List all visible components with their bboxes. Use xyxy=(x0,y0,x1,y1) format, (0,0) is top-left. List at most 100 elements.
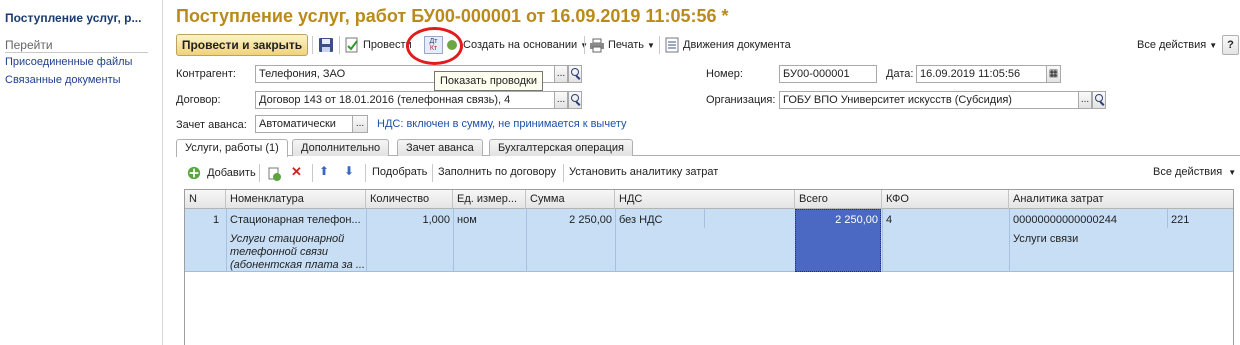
contract-open-icon[interactable] xyxy=(568,91,582,109)
organization-label: Организация: xyxy=(706,94,776,106)
print-button[interactable]: Печать ▼ xyxy=(589,34,655,56)
vat-link[interactable]: НДС: включен в сумму, не принимается к в… xyxy=(377,118,626,130)
counterparty-open-icon[interactable] xyxy=(568,65,582,83)
analytics-number[interactable]: 221 xyxy=(1171,214,1189,226)
set-cost-analytics-button[interactable]: Установить аналитику затрат xyxy=(569,166,718,178)
organization-choose-button[interactable]: ... xyxy=(1078,91,1092,109)
add-row-button[interactable]: Добавить xyxy=(187,166,256,180)
copy-icon xyxy=(268,167,281,181)
tab-accounting-operation[interactable]: Бухгалтерская операция xyxy=(489,139,633,156)
column-divider xyxy=(882,209,883,272)
vat-value[interactable]: без НДС xyxy=(619,214,663,226)
post-and-close-button[interactable]: Провести и закрыть xyxy=(176,34,308,56)
toolbar-divider xyxy=(312,36,313,54)
chevron-down-icon: ▼ xyxy=(1209,40,1218,50)
print-label: Печать xyxy=(608,39,645,51)
all-actions-label: Все действия xyxy=(1137,39,1207,51)
create-based-label: Создать на основании xyxy=(463,39,578,51)
column-header-unit[interactable]: Ед. измер... xyxy=(453,190,526,209)
column-divider xyxy=(704,209,705,228)
advance-choose-button[interactable]: ... xyxy=(352,115,368,133)
number-field[interactable]: БУ00-000001 xyxy=(779,65,877,83)
table-all-actions-button[interactable]: Все действия ▼ xyxy=(1153,166,1236,178)
column-header-item[interactable]: Номенклатура xyxy=(226,190,366,209)
chevron-down-icon: ▼ xyxy=(1228,168,1237,177)
services-table[interactable]: N Номенклатура Количество Ед. измер... С… xyxy=(184,189,1234,345)
printer-icon xyxy=(590,38,604,53)
document-movements-button[interactable]: Движения документа xyxy=(664,34,791,56)
movements-label: Движения документа xyxy=(683,39,791,51)
contract-field[interactable]: Договор 143 от 18.01.2016 (телефонная св… xyxy=(255,91,555,109)
advance-field[interactable]: Автоматически xyxy=(255,115,353,133)
contract-choose-button[interactable]: ... xyxy=(554,91,568,109)
counterparty-label: Контрагент: xyxy=(176,68,236,80)
toolbar-divider xyxy=(259,164,260,182)
column-header-sum[interactable]: Сумма xyxy=(526,190,615,209)
column-divider xyxy=(1009,209,1010,272)
total-value[interactable]: 2 250,00 xyxy=(795,214,878,226)
postings-tooltip: Показать проводки xyxy=(434,71,543,91)
move-down-icon[interactable]: ⬇ xyxy=(344,164,354,178)
tab-services[interactable]: Услуги, работы (1) xyxy=(176,139,288,157)
goto-heading: Перейти xyxy=(5,38,53,52)
item-description-line: Услуги стационарной xyxy=(230,233,345,245)
sum-value[interactable]: 2 250,00 xyxy=(526,214,612,226)
unit-value[interactable]: ном xyxy=(457,214,477,226)
column-divider xyxy=(615,209,616,272)
toolbar-divider xyxy=(432,164,433,182)
delete-icon[interactable]: ✕ xyxy=(291,164,302,180)
advance-label: Зачет аванса: xyxy=(176,119,247,131)
navigation-panel: Поступление услуг, р... Перейти Присоеди… xyxy=(0,0,163,345)
toolbar-divider xyxy=(584,36,585,54)
column-divider xyxy=(226,209,227,272)
item-name[interactable]: Стационарная телефон... xyxy=(230,214,361,226)
item-description-line: телефонной связи xyxy=(230,246,329,258)
fill-by-contract-button[interactable]: Заполнить по договору xyxy=(438,166,556,178)
analytics-name[interactable]: Услуги связи xyxy=(1013,233,1078,245)
attached-files-link[interactable]: Присоединенные файлы xyxy=(5,56,132,68)
post-label: Провести xyxy=(363,39,412,51)
column-header-quantity[interactable]: Количество xyxy=(366,190,453,209)
help-button[interactable]: ? xyxy=(1222,35,1239,55)
contract-label: Договор: xyxy=(176,94,221,106)
quantity-value[interactable]: 1,000 xyxy=(366,214,450,226)
calendar-icon[interactable]: ▦ xyxy=(1046,65,1061,83)
column-divider xyxy=(1167,209,1168,228)
copy-row-button[interactable] xyxy=(266,166,285,182)
page-title: Поступление услуг, работ БУ00-000001 от … xyxy=(176,6,729,26)
post-button[interactable]: Провести xyxy=(344,34,412,56)
date-field[interactable]: 16.09.2019 11:05:56 xyxy=(916,65,1048,83)
analytics-code[interactable]: 00000000000000244 xyxy=(1013,214,1117,226)
post-document-icon xyxy=(345,37,358,53)
column-header-cost-analytics[interactable]: Аналитика затрат xyxy=(1009,190,1233,209)
toolbar-divider xyxy=(563,164,564,182)
tab-advance[interactable]: Зачет аванса xyxy=(397,139,483,156)
related-documents-link[interactable]: Связанные документы xyxy=(5,74,121,86)
counterparty-choose-button[interactable]: ... xyxy=(554,65,568,83)
move-up-icon[interactable]: ⬆ xyxy=(319,164,329,178)
column-header-kfo[interactable]: КФО xyxy=(882,190,1009,209)
pick-button[interactable]: Подобрать xyxy=(372,166,427,178)
create-based-on-button[interactable]: Создать на основании ▼ xyxy=(444,34,588,56)
date-label: Дата: xyxy=(886,68,914,80)
save-icon xyxy=(319,38,333,52)
number-label: Номер: xyxy=(706,68,743,80)
all-actions-button[interactable]: Все действия ▼ xyxy=(1137,34,1217,56)
column-header-vat[interactable]: НДС xyxy=(615,190,795,209)
add-icon xyxy=(187,166,201,180)
chevron-down-icon: ▼ xyxy=(647,40,655,50)
highlight-annotation xyxy=(406,27,463,65)
column-header-n[interactable]: N xyxy=(185,190,226,209)
column-header-total[interactable]: Всего xyxy=(795,190,882,209)
save-button[interactable] xyxy=(318,34,337,56)
kfo-value[interactable]: 4 xyxy=(886,214,892,226)
toolbar-divider xyxy=(365,164,366,182)
column-divider xyxy=(453,209,454,272)
row-number: 1 xyxy=(213,214,220,226)
nav-document-title[interactable]: Поступление услуг, р... xyxy=(5,11,141,25)
organization-field[interactable]: ГОБУ ВПО Университет искусств (Субсидия) xyxy=(779,91,1079,109)
tab-additional[interactable]: Дополнительно xyxy=(292,139,390,156)
goto-divider xyxy=(5,52,148,53)
toolbar-divider xyxy=(339,36,340,54)
organization-open-icon[interactable] xyxy=(1092,91,1106,109)
